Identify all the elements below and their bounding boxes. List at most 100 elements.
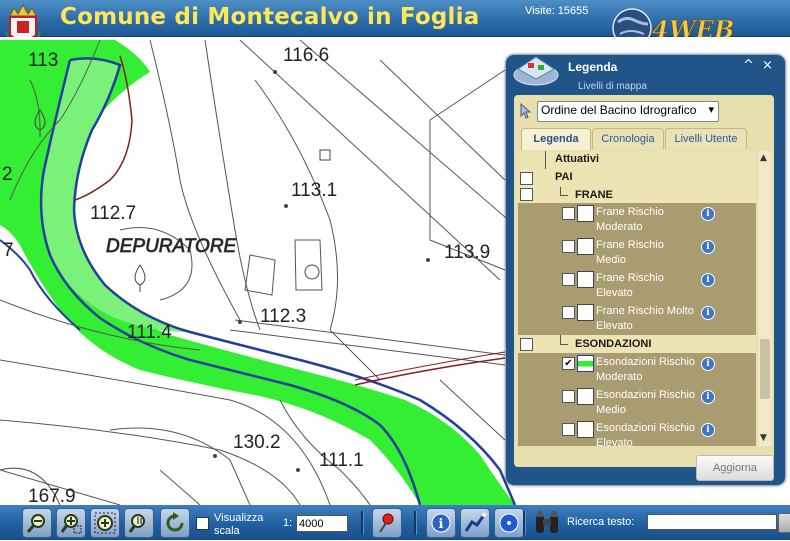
map-label: 130.2 [233, 432, 281, 453]
legend-panel[interactable]: Legenda Livelli di mappa ^ × Ordine del … [506, 55, 785, 485]
legend-swatch [577, 205, 594, 222]
checkbox[interactable] [562, 306, 575, 319]
checkbox-checked[interactable]: ✔ [562, 357, 575, 370]
checkbox[interactable] [520, 188, 533, 201]
checkbox[interactable] [562, 207, 575, 220]
zoom-in-icon [60, 514, 82, 534]
layer-label: Frane Rischio Medio [596, 239, 664, 266]
checkbox[interactable] [520, 172, 533, 185]
info-icon[interactable]: i [701, 390, 715, 404]
minimize-button[interactable]: ^ [743, 58, 754, 73]
header-bar: Comune di Montecalvo in Foglia Visite: 1… [0, 0, 790, 52]
legend-body: Ordine del Bacino Idrografico ▾ Legenda … [514, 95, 774, 467]
checkbox[interactable] [520, 338, 533, 351]
legend-swatch [577, 238, 594, 255]
layer-label: Frane Rischio Elevato [596, 272, 664, 299]
visit-counter: Visite: 15655 [525, 5, 589, 17]
refresh-icon [166, 512, 184, 532]
cursor-arrow-icon [520, 103, 532, 119]
layer-row-frane-molto-elevato[interactable]: Frane Rischio Molto Elevato i [518, 302, 756, 335]
layer-row-frane-moderato[interactable]: Frane Rischio Moderato i [518, 203, 756, 236]
layer-label: Esondazioni Rischio Elevato [596, 422, 696, 446]
layer-label: Frane Rischio Moderato [596, 206, 664, 233]
map-label: 116.6 [283, 45, 329, 66]
zoom-in-box-button[interactable] [56, 508, 86, 538]
scale-prefix: 1: [283, 517, 293, 529]
pan-button[interactable] [124, 508, 154, 538]
chevron-down-icon: ▾ [708, 104, 714, 116]
layer-order-select-value: Ordine del Bacino Idrografico [541, 103, 697, 117]
refresh-button[interactable]: Aggiorna [696, 455, 774, 481]
info-icon[interactable]: i [701, 357, 715, 371]
tree-connector [560, 335, 561, 344]
info-icon[interactable]: i [701, 423, 715, 437]
tree-group-attuativi: Attuativi [518, 151, 756, 169]
scale-input[interactable] [296, 515, 348, 532]
hand-search-icon [128, 514, 145, 533]
scroll-down-icon[interactable]: ▼ [760, 433, 767, 443]
zoom-out-icon [26, 514, 45, 533]
layer-label: Esondazioni Rischio Moderato [596, 356, 696, 383]
measure-area-button[interactable] [494, 508, 524, 538]
checkbox[interactable] [562, 390, 575, 403]
tree-group-pai: PAI [518, 169, 756, 187]
map-label: 7 [3, 240, 14, 261]
tree-connector [560, 195, 568, 196]
layer-order-select[interactable]: Ordine del Bacino Idrografico ▾ [537, 101, 719, 122]
checkbox[interactable] [562, 273, 575, 286]
info-button[interactable]: i [426, 508, 456, 538]
checkbox[interactable] [562, 240, 575, 253]
tab-livelli-utente[interactable]: Livelli Utente [665, 128, 747, 149]
search-text-input[interactable] [647, 514, 777, 530]
tree-group-label: Attuativi [555, 153, 599, 165]
tab-legenda[interactable]: Legenda [521, 128, 591, 150]
info-icon: i [431, 513, 451, 533]
toolbar-separator [523, 511, 526, 535]
legend-swatch [577, 271, 594, 288]
info-icon[interactable]: i [701, 273, 715, 287]
info-icon[interactable]: i [701, 240, 715, 254]
zoom-out-button[interactable] [22, 508, 52, 538]
legend-swatch [577, 304, 594, 321]
tree-group-label: FRANE [575, 189, 613, 201]
search-binoculars-button[interactable] [532, 509, 562, 537]
scrollbar-thumb[interactable] [760, 339, 770, 399]
tree-scrollbar[interactable]: ▲ ▼ [758, 151, 772, 446]
layer-tree[interactable]: Attuativi PAI FRANE Frane Rischio Modera… [518, 151, 756, 446]
scroll-up-icon[interactable]: ▲ [760, 153, 767, 163]
checkbox[interactable] [562, 423, 575, 436]
map-label: DEPURATORE [106, 236, 237, 257]
map-label: 2 [2, 164, 13, 185]
layer-row-frane-elevato[interactable]: Frane Rischio Elevato i [518, 269, 756, 302]
pushpin-icon [379, 513, 394, 533]
info-icon[interactable]: i [701, 306, 715, 320]
tree-connector [560, 187, 561, 195]
legend-swatch [577, 355, 594, 372]
show-scale-checkbox[interactable] [196, 517, 209, 530]
measure-line-button[interactable] [460, 508, 490, 538]
info-icon[interactable]: i [701, 207, 715, 221]
app-title: Comune di Montecalvo in Foglia [60, 4, 480, 30]
layer-row-esondazioni-elevato[interactable]: Esondazioni Rischio Elevato i [518, 419, 756, 446]
close-button[interactable]: × [762, 58, 773, 73]
search-go-button[interactable] [778, 513, 790, 533]
map-label: 113.9 [444, 242, 490, 263]
toolbar-separator [414, 511, 417, 535]
binoculars-icon [536, 511, 558, 533]
pin-button[interactable] [372, 508, 402, 538]
legend-title: Legenda [568, 60, 618, 74]
map-label: 112.7 [90, 203, 136, 224]
tree-group-frane: FRANE [518, 187, 756, 203]
layer-row-esondazioni-medio[interactable]: Esondazioni Rischio Medio i [518, 386, 756, 419]
layer-label: Frane Rischio Molto Elevato [596, 305, 694, 332]
zoom-in-button[interactable] [90, 508, 120, 538]
layer-row-esondazioni-moderato[interactable]: ✔ Esondazioni Rischio Moderato i [518, 353, 756, 386]
map-label: 111.1 [319, 450, 364, 471]
layer-row-frane-medio[interactable]: Frane Rischio Medio i [518, 236, 756, 269]
zoom-center-icon [94, 512, 116, 534]
refresh-map-button[interactable] [160, 508, 190, 538]
tab-cronologia[interactable]: Cronologia [592, 128, 664, 149]
tree-group-label: ESONDAZIONI [575, 338, 652, 350]
map-label: 113 [28, 50, 58, 71]
map-label: 167.9 [28, 486, 76, 505]
